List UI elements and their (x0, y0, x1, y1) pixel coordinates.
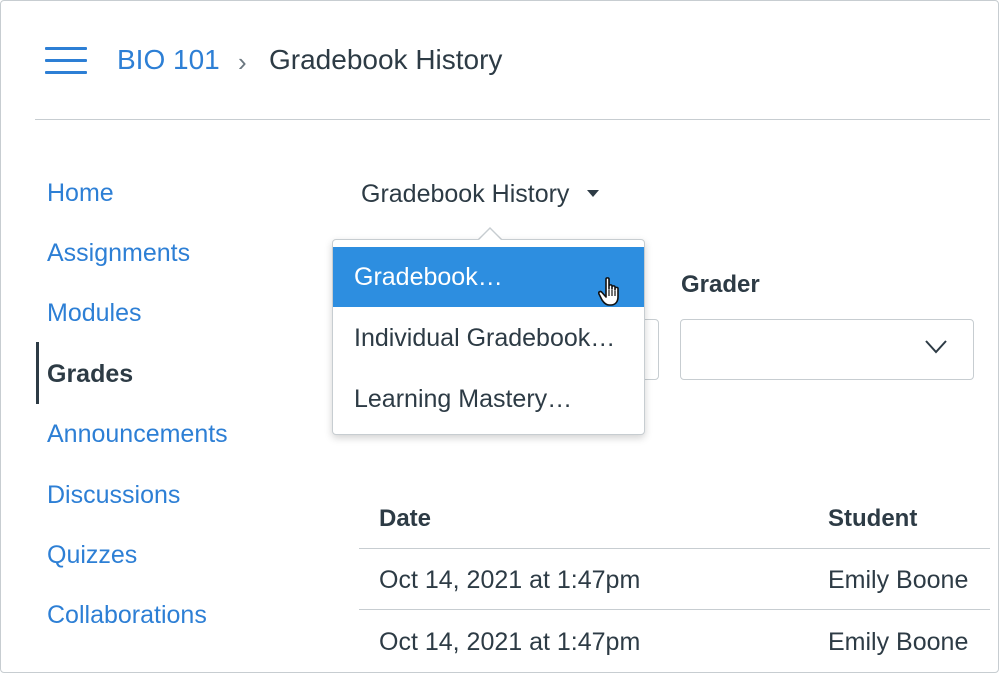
header-divider (35, 119, 990, 120)
nav-item-home[interactable]: Home (47, 178, 114, 208)
hamburger-menu-icon[interactable] (45, 47, 87, 75)
breadcrumb-current-page: Gradebook History (269, 44, 503, 75)
cell-date: Oct 14, 2021 at 1:47pm (379, 628, 641, 656)
nav-item-grades[interactable]: Grades (47, 359, 133, 389)
nav-item-discussions[interactable]: Discussions (47, 480, 180, 510)
menu-item-learning-mastery[interactable]: Learning Mastery… (333, 369, 644, 429)
hand-cursor-icon (598, 277, 619, 306)
breadcrumb-separator-icon: › (238, 47, 247, 77)
nav-item-assignments[interactable]: Assignments (47, 238, 190, 268)
app-window: BIO 101 › Gradebook History Home Assignm… (0, 0, 999, 673)
menu-pointer-fill (478, 229, 502, 241)
table-row-divider (359, 609, 990, 610)
gradebook-view-toggle-label: Gradebook History (361, 180, 570, 208)
gradebook-view-menu: Gradebook… Individual Gradebook… Learnin… (332, 239, 645, 435)
caret-down-icon (587, 189, 600, 197)
table-header-divider (359, 548, 990, 549)
active-nav-indicator (36, 342, 39, 404)
column-header-date: Date (379, 505, 432, 532)
nav-item-modules[interactable]: Modules (47, 298, 142, 328)
cell-student: Emily Boone (828, 628, 969, 656)
cell-student: Emily Boone (828, 566, 969, 594)
cell-date: Oct 14, 2021 at 1:47pm (379, 566, 641, 594)
nav-item-collaborations[interactable]: Collaborations (47, 600, 207, 630)
nav-item-announcements[interactable]: Announcements (47, 419, 228, 449)
gradebook-view-toggle[interactable]: Gradebook History (361, 178, 600, 210)
column-header-student: Student (828, 505, 918, 532)
menu-item-individual-gradebook[interactable]: Individual Gradebook… (333, 308, 644, 368)
breadcrumb-course-link[interactable]: BIO 101 (117, 43, 220, 77)
chevron-down-icon (925, 340, 947, 354)
grader-select[interactable] (680, 319, 974, 380)
nav-item-quizzes[interactable]: Quizzes (47, 540, 137, 570)
grader-label: Grader (681, 271, 760, 298)
